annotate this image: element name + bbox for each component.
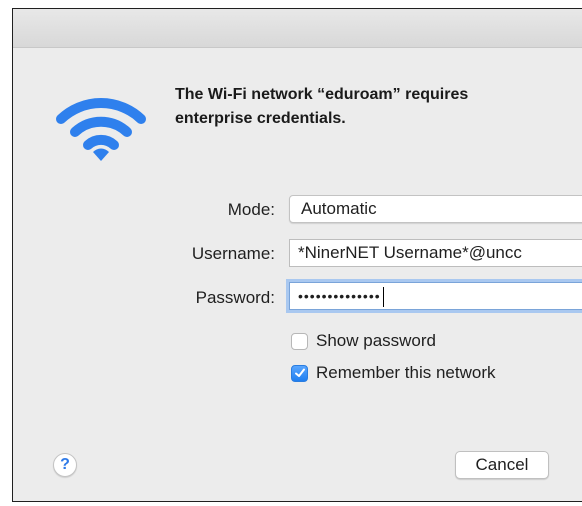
mode-label: Mode: bbox=[227, 200, 275, 219]
wifi-icon bbox=[56, 98, 146, 161]
cancel-button[interactable]: Cancel bbox=[455, 451, 549, 479]
dialog-heading: The Wi-Fi network “eduroam” requires ent… bbox=[175, 86, 469, 127]
password-label: Password: bbox=[195, 288, 275, 307]
remember-network-label: Remember this network bbox=[316, 363, 496, 382]
text-cursor bbox=[382, 287, 384, 308]
help-button[interactable]: ? bbox=[53, 453, 77, 477]
remember-network-checkbox[interactable] bbox=[291, 364, 308, 382]
username-input[interactable]: *NinerNET Username*@uncc bbox=[289, 239, 582, 267]
checkmark-icon bbox=[294, 368, 305, 377]
top-margin bbox=[0, 0, 582, 8]
username-label: Username: bbox=[191, 244, 275, 263]
mode-dropdown[interactable]: Automatic bbox=[289, 195, 582, 223]
password-value: •••••••••••••• bbox=[298, 288, 381, 304]
password-input[interactable]: •••••••••••••• bbox=[289, 282, 582, 310]
title-bar bbox=[13, 9, 582, 48]
show-password-option[interactable]: Show password bbox=[291, 330, 436, 352]
show-password-checkbox[interactable] bbox=[291, 332, 308, 350]
wifi-credentials-dialog: The Wi-Fi network “eduroam” requires ent… bbox=[12, 8, 582, 502]
show-password-label: Show password bbox=[316, 331, 437, 350]
remember-network-option[interactable]: Remember this network bbox=[291, 362, 496, 384]
